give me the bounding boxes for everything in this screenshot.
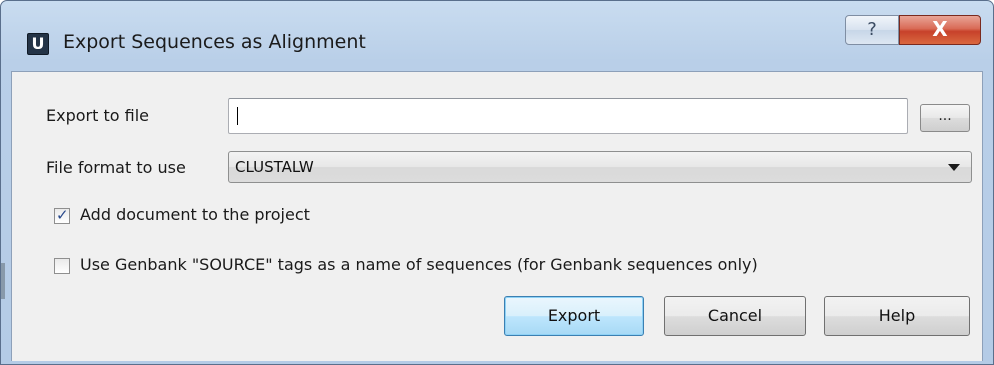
chevron-down-icon xyxy=(948,164,960,171)
use-genbank-source-label[interactable]: Use Genbank "SOURCE" tags as a name of s… xyxy=(80,255,758,274)
dialog-body: Export to file ... File format to use CL… xyxy=(11,71,983,361)
help-button[interactable]: Help xyxy=(824,296,970,336)
browse-button[interactable]: ... xyxy=(920,104,970,132)
context-help-button[interactable]: ? xyxy=(845,15,899,45)
file-format-value: CLUSTALW xyxy=(235,158,314,176)
file-format-label: File format to use xyxy=(46,158,186,177)
export-to-file-label: Export to file xyxy=(46,106,149,125)
export-file-path-input[interactable] xyxy=(228,98,908,134)
close-button[interactable]: X xyxy=(899,15,981,45)
checkmark-icon: ✓ xyxy=(56,206,69,224)
add-document-checkbox[interactable]: ✓ xyxy=(54,206,70,224)
dialog-title: Export Sequences as Alignment xyxy=(63,31,366,53)
title-bar[interactable]: U Export Sequences as Alignment ? X xyxy=(1,1,993,61)
add-document-label[interactable]: Add document to the project xyxy=(80,205,310,224)
use-genbank-source-checkbox[interactable] xyxy=(54,258,70,274)
window-edge-marker xyxy=(1,263,5,299)
file-format-select[interactable]: CLUSTALW xyxy=(228,151,972,183)
export-button[interactable]: Export xyxy=(504,296,644,336)
app-logo-icon: U xyxy=(27,33,49,55)
text-caret xyxy=(237,107,238,125)
export-sequences-dialog: U Export Sequences as Alignment ? X Expo… xyxy=(0,0,994,365)
cancel-button[interactable]: Cancel xyxy=(664,296,806,336)
